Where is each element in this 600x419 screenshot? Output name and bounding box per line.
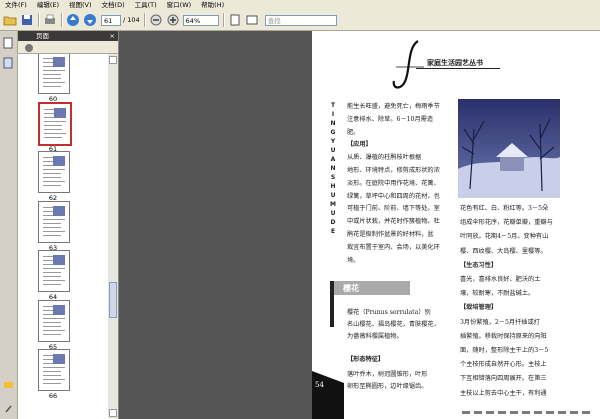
bookmarks-icon[interactable] (3, 57, 14, 69)
section-heading-bar: 樱花 (330, 281, 410, 295)
attachments-icon[interactable] (3, 403, 14, 414)
text-line: 壤，较耐寒，不耐盐碱土。 (460, 290, 535, 298)
text-line: 从质、瀑植的柱鹃枝叶根据 (347, 154, 422, 162)
series-title: 家庭生活园艺丛书 (427, 58, 483, 67)
text-line: 可植于门前、阶前、墙下等处。室 (347, 205, 440, 213)
thumbnail-scrollbar[interactable] (108, 54, 118, 419)
menu-item[interactable]: 工具(T) (130, 0, 162, 10)
text-line: 面，随时，整形除主干上的3－5 (460, 347, 549, 354)
save-icon (22, 15, 32, 25)
text-line: 地形、环境特点，修剪成形状的浓 (347, 167, 440, 174)
text-line: 【栽培管理】 (460, 304, 498, 312)
text-line: 栽宜布置于室内、会场，以美化环 (347, 243, 440, 251)
page-total: / 104 (123, 16, 140, 24)
zoom-select[interactable]: 64% (182, 14, 219, 26)
toolbar: 61 / 104 64% 查找 (0, 10, 600, 31)
navigation-rail (0, 31, 18, 419)
page-thumbnail[interactable] (38, 102, 72, 146)
vertical-label: TINGYUANSHUMUDE (330, 102, 336, 235)
text-line: 组成伞形花序，花瓣单瓣，重瓣与 (460, 219, 553, 227)
fit-page-icon (230, 14, 240, 26)
text-line: 肥。 (347, 128, 360, 136)
folder-icon (3, 16, 17, 26)
text-line: 能生长旺盛，避免死亡，梅雨季节 (347, 103, 440, 110)
page-thumbnail[interactable] (38, 201, 70, 243)
fit-page-button[interactable] (228, 13, 242, 27)
panel-toolbar (18, 41, 118, 54)
page-number: 54 (315, 381, 324, 389)
text-line: 下互相错落向四周展开。在第三 (460, 375, 547, 383)
text-line: 花色有红、白、粉红等。3－5朵 (460, 205, 549, 212)
text-line: 中或片状栽，并花时作簇植物。杜 (347, 218, 440, 226)
print-button[interactable] (43, 13, 57, 27)
fit-width-icon (246, 15, 258, 25)
menu-item[interactable]: 文件(F) (0, 0, 32, 10)
text-line: 名山樱花、福岛樱花，青肤樱花， (347, 321, 440, 328)
text-line: 鹃花是极制作盆景的好材料，盆 (347, 231, 434, 238)
page-number-input[interactable]: 61 (101, 14, 121, 26)
document-page: 家庭生活园艺丛书 TINGYUANSHUMUDE 能生长旺盛，避免死亡，梅雨季节… (312, 31, 600, 419)
text-line: 樱花（Prunus serrulata）别 (347, 309, 431, 316)
text-line: 【生态习性】 (460, 261, 498, 269)
page-thumbnail[interactable] (38, 300, 70, 342)
heading-accent (330, 281, 334, 327)
thumbnail-list: 60 61 62 63 64 65 66 (18, 54, 108, 419)
save-button[interactable] (20, 13, 34, 27)
panel-header: 页面 × (18, 31, 118, 41)
page-thumbnail[interactable] (38, 151, 70, 193)
zoom-in-button[interactable] (166, 13, 180, 27)
text-line: 为蔷薇科樱属植物。 (347, 333, 403, 340)
close-icon[interactable]: × (110, 31, 115, 41)
text-line: 绿篱，草坪中心和四周的花材，也 (347, 192, 440, 200)
pages-panel: 页面 × 60 61 62 63 64 65 66 (18, 31, 119, 419)
page-corner-tab (312, 371, 344, 419)
open-button[interactable] (3, 13, 17, 27)
find-input[interactable]: 查找 (264, 14, 337, 26)
menu-item[interactable]: 视图(V) (64, 0, 97, 10)
menu-item[interactable]: 编辑(E) (32, 0, 64, 10)
decorative-letter-j-icon (392, 40, 424, 89)
text-line: 叶同放。花期4－5月。变种有山 (460, 233, 549, 241)
pages-icon[interactable] (3, 37, 14, 49)
zoom-out-icon (150, 14, 162, 26)
page-thumbnail[interactable] (38, 250, 70, 292)
text-line: 【应用】 (347, 141, 372, 149)
menu-item[interactable]: 帮助(H) (196, 0, 229, 10)
section-heading: 樱花 (343, 283, 359, 293)
text-line: 主枝以上剪去中心主干，有利通 (460, 389, 547, 397)
page-thumbnail[interactable] (38, 54, 70, 94)
next-page-button[interactable] (83, 13, 97, 27)
text-line: 落叶乔木，树冠圆锥形，叶形 (347, 371, 428, 378)
prev-page-button[interactable] (66, 13, 80, 27)
menu-item[interactable]: 文档(D) (97, 0, 130, 10)
menu-item[interactable]: 窗口(W) (162, 0, 197, 10)
bottom-fade (462, 411, 590, 414)
text-line: 樱、西纹樱、大岛樱、里樱等。 (460, 247, 547, 255)
print-icon (45, 14, 55, 24)
thumbnail-label: 66 (48, 392, 58, 400)
winter-house-photo (458, 99, 560, 198)
comments-icon[interactable] (3, 381, 14, 391)
title-rule (416, 68, 500, 69)
text-line: 注意排水、除草。6－10月需造 (347, 115, 434, 123)
fit-width-button[interactable] (245, 13, 259, 27)
document-gutter (119, 31, 312, 419)
text-line: 卵形至椭圆形，边叶缘锯齿。 (347, 383, 428, 390)
left-subheading: 【形态特征】 (347, 356, 385, 363)
page-thumbnail[interactable] (38, 349, 70, 391)
text-line: 个主枝形成自然开心形。主枝上 (460, 361, 547, 369)
text-line: 境。 (347, 256, 360, 264)
arrow-down-icon (84, 14, 96, 26)
text-line: 插繁殖。移栽时保持原来的向阳 (460, 332, 547, 340)
text-line: 3月份繁殖，2－5月扦插或打 (460, 318, 540, 326)
text-line: 喜光，喜排水良好、肥沃的土 (460, 276, 541, 283)
zoom-out-button[interactable] (149, 13, 163, 27)
zoom-in-icon (167, 14, 179, 26)
menu-bar: 文件(F) 编辑(E) 视图(V) 文档(D) 工具(T) 窗口(W) 帮助(H) (0, 0, 600, 10)
arrow-up-icon (67, 14, 79, 26)
options-icon[interactable] (24, 43, 38, 53)
panel-title: 页面 (36, 32, 49, 40)
text-line: 淡形。在庭院中用作花境、花篱、 (347, 179, 440, 187)
